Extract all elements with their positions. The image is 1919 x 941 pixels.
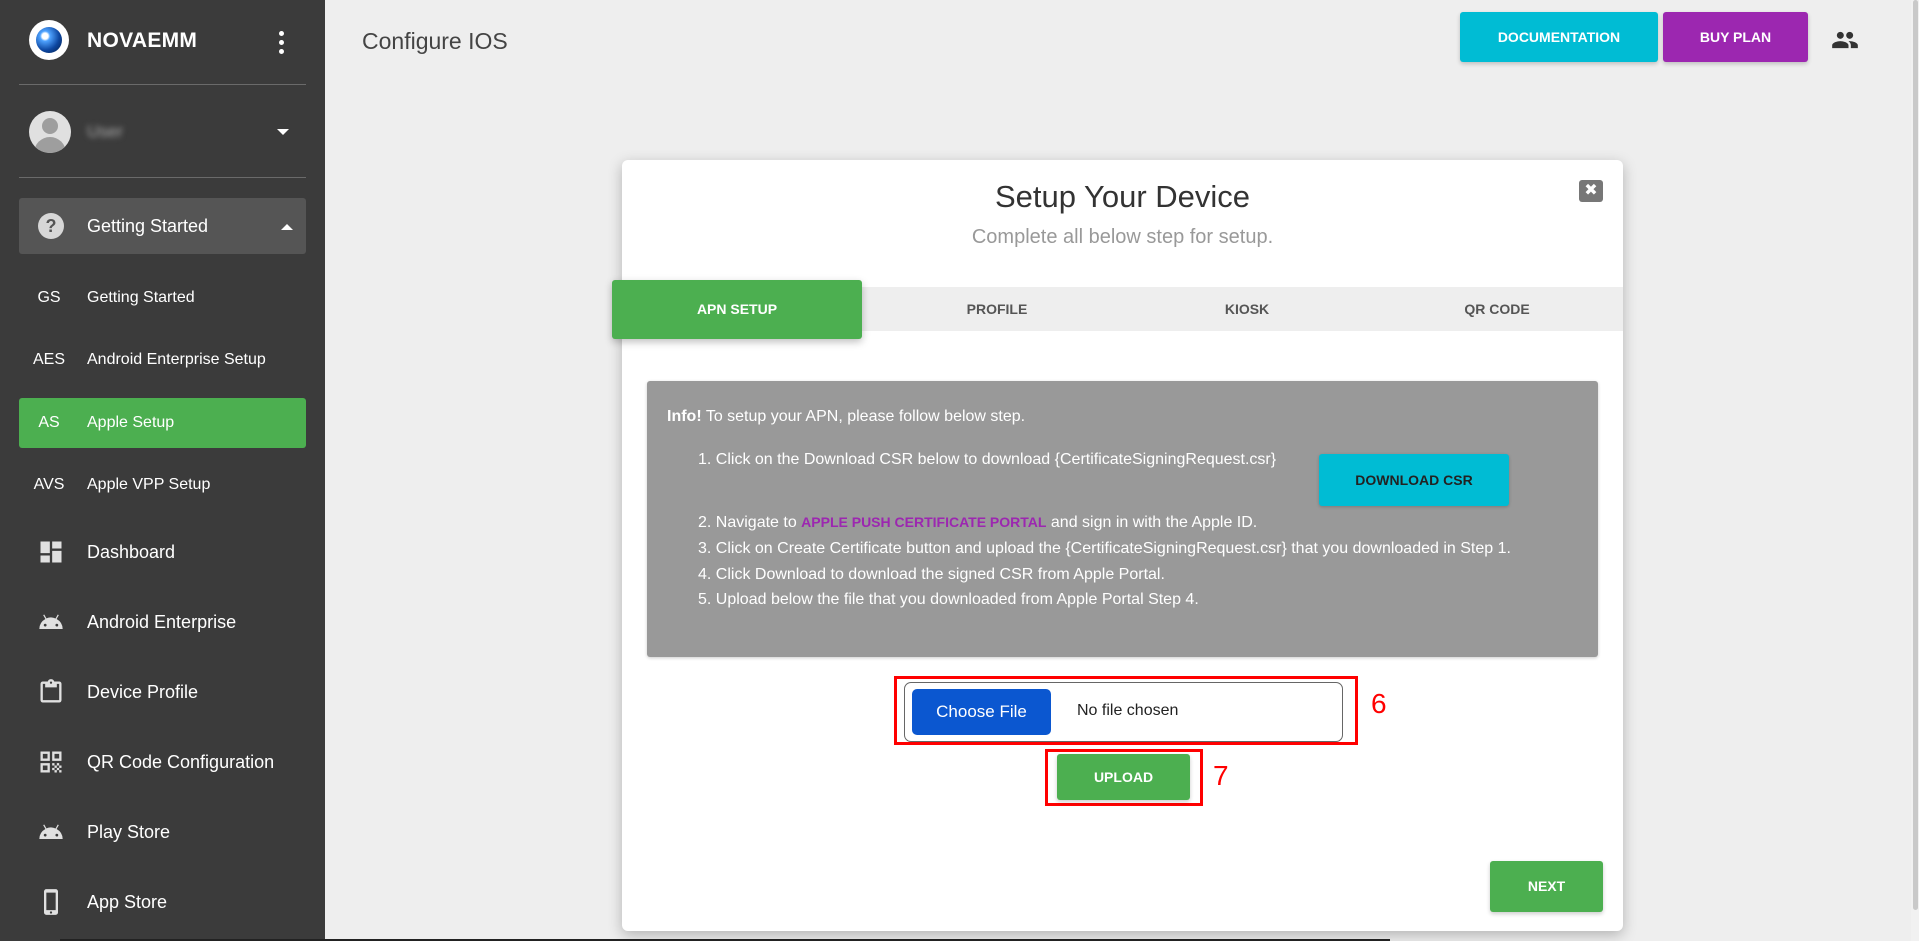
help-circle-icon: ? <box>38 213 64 239</box>
step-3: 3. Click on Create Certificate button an… <box>698 540 1511 557</box>
tab-qr-code[interactable]: QR CODE <box>1372 287 1622 331</box>
annotation-number: 6 <box>1371 688 1387 719</box>
choose-file-button[interactable]: Choose File <box>912 689 1051 735</box>
step-2-text-after: and sign in with the Apple ID. <box>1046 514 1258 531</box>
scrollbar-thumb[interactable] <box>1913 0 1918 910</box>
people-icon[interactable] <box>1831 30 1859 50</box>
tab-apn-setup[interactable]: APN SETUP <box>612 280 862 339</box>
sidebar-item-getting-started[interactable]: GS Getting Started <box>19 273 306 323</box>
info-intro: Info! To setup your APN, please follow b… <box>667 408 1025 426</box>
download-csr-button[interactable]: DOWNLOAD CSR <box>1319 454 1509 506</box>
page-title: Configure IOS <box>362 28 508 54</box>
sidebar-item-abbr: AES <box>32 351 65 368</box>
sidebar-item-device-profile[interactable]: Device Profile <box>19 664 306 720</box>
android-icon <box>39 614 63 629</box>
dashboard-icon <box>40 541 62 563</box>
step-4: 4. Click Download to download the signed… <box>698 566 1165 583</box>
modal-subtitle: Complete all below step for setup. <box>971 226 1274 248</box>
tab-kiosk[interactable]: KIOSK <box>1122 287 1372 331</box>
next-button[interactable]: NEXT <box>1490 861 1603 912</box>
android-icon <box>39 824 63 839</box>
info-box: Info! To setup your APN, please follow b… <box>647 381 1598 657</box>
brand: NOVAEMM <box>0 0 325 84</box>
info-text: To setup your APN, please follow below s… <box>701 408 1026 425</box>
sidebar-item-abbr: GS <box>37 289 61 306</box>
sidebar-item-label: App Store <box>87 892 168 912</box>
documentation-button[interactable]: DOCUMENTATION <box>1460 12 1658 62</box>
sidebar-item-label: Android Enterprise <box>87 612 237 632</box>
sidebar-item-dashboard[interactable]: Dashboard <box>19 524 306 580</box>
user-menu[interactable]: User <box>0 98 325 168</box>
sidebar-item-android-enterprise[interactable]: Android Enterprise <box>19 594 306 650</box>
info-prefix: Info! <box>667 408 702 425</box>
brand-name: NOVAEMM <box>87 29 198 52</box>
sidebar: NOVAEMM User ? Getting Started GS Gettin… <box>0 0 325 941</box>
divider <box>19 84 306 85</box>
qr-code-icon <box>40 751 62 773</box>
divider <box>19 177 306 178</box>
sidebar-item-label: QR Code Configuration <box>87 752 275 772</box>
setup-device-modal: ✖ Setup Your Device Complete all below s… <box>612 160 1623 931</box>
sidebar-item-label: Android Enterprise Setup <box>87 351 266 368</box>
sidebar-item-abbr: AS <box>38 414 60 431</box>
caret-down-icon <box>277 129 289 135</box>
file-input[interactable]: Choose File No file chosen <box>904 682 1343 742</box>
step-2: 2. Navigate to APPLE PUSH CERTIFICATE PO… <box>698 514 1257 532</box>
sidebar-item-label: Getting Started <box>87 289 195 306</box>
sidebar-item-label: Device Profile <box>87 682 199 702</box>
clipboard-icon <box>40 679 62 703</box>
nav-group-label: Getting Started <box>87 216 209 236</box>
sidebar-item-play-store[interactable]: Play Store <box>19 804 306 860</box>
sidebar-item-app-store[interactable]: App Store <box>19 874 306 930</box>
apple-push-portal-link[interactable]: APPLE PUSH CERTIFICATE PORTAL <box>801 514 1046 530</box>
user-name: User <box>87 122 123 141</box>
sidebar-item-label: Play Store <box>87 822 171 842</box>
annotation-number: 7 <box>1213 760 1229 791</box>
more-vert-icon[interactable] <box>268 28 294 56</box>
upload-button[interactable]: UPLOAD <box>1057 754 1190 800</box>
file-status: No file chosen <box>1077 702 1179 719</box>
avatar <box>29 111 71 153</box>
sidebar-item-label: Apple VPP Setup <box>87 476 211 493</box>
sidebar-item-abbr: AVS <box>33 476 65 493</box>
step-2-text: 2. Navigate to <box>698 514 802 531</box>
caret-up-icon <box>281 224 293 230</box>
brand-logo <box>29 20 69 60</box>
sidebar-item-apple-vpp-setup[interactable]: AVS Apple VPP Setup <box>19 460 306 510</box>
sidebar-item-android-enterprise-setup[interactable]: AES Android Enterprise Setup <box>19 335 306 385</box>
step-5: 5. Upload below the file that you downlo… <box>698 591 1199 608</box>
sidebar-item-apple-setup[interactable]: AS Apple Setup <box>19 398 306 448</box>
sidebar-item-label: Apple Setup <box>87 414 175 431</box>
modal-title: Setup Your Device <box>994 179 1251 214</box>
sidebar-item-label: Dashboard <box>87 542 176 562</box>
step-1: 1. Click on the Download CSR below to do… <box>698 451 1277 468</box>
nav-group-getting-started[interactable]: ? Getting Started <box>19 198 306 254</box>
setup-tabs: QR CODE KIOSK PROFILE APN SETUP <box>612 280 1623 339</box>
buy-plan-button[interactable]: BUY PLAN <box>1663 12 1808 62</box>
phone-icon <box>44 889 58 915</box>
sidebar-item-qr-code-configuration[interactable]: QR Code Configuration <box>19 734 306 790</box>
tab-profile[interactable]: PROFILE <box>872 287 1122 331</box>
